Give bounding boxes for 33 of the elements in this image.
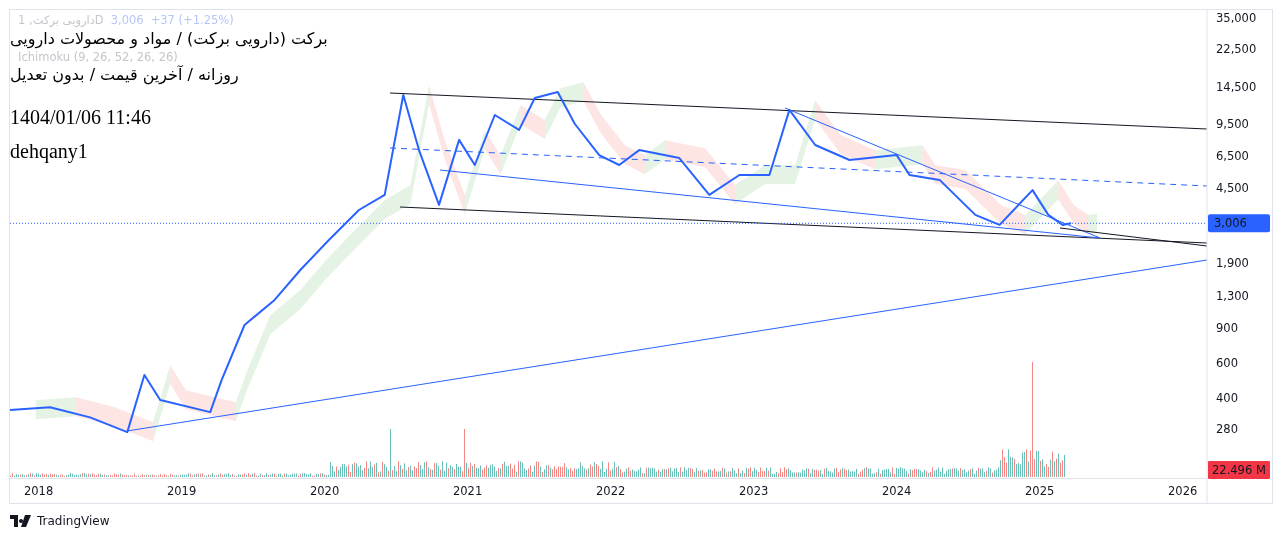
axis-label: 1,300 bbox=[1216, 288, 1249, 303]
price-value: 3,006 bbox=[110, 13, 144, 28]
axis-label: 35,000 bbox=[1216, 11, 1257, 25]
volume-badge: 22.496 M bbox=[1208, 461, 1270, 479]
axis-label: 6,500 bbox=[1216, 149, 1249, 164]
axis-label: 2020 bbox=[310, 484, 340, 498]
axis-label: 900 bbox=[1216, 320, 1238, 335]
axis-label: 9,500 bbox=[1216, 116, 1249, 131]
axis-label: 2025 bbox=[1025, 484, 1055, 498]
axis-label: 1,900 bbox=[1216, 256, 1249, 271]
axis-label: 2022 bbox=[596, 484, 626, 498]
axis-label: 2024 bbox=[882, 484, 912, 498]
axis-label: 2021 bbox=[453, 484, 483, 498]
indicator-label: Ichimoku (9, 26, 52, 26, 26) bbox=[18, 50, 178, 64]
axis-label: 2026 bbox=[1168, 484, 1198, 498]
axis-label: 400 bbox=[1216, 391, 1238, 406]
axis-label: 2018 bbox=[23, 484, 54, 498]
axis-label: 22,500 bbox=[1216, 41, 1257, 56]
tradingview-logo-icon bbox=[10, 515, 32, 527]
axis-label: 600 bbox=[1216, 355, 1238, 370]
chart-title: برکت (دارویی برکت) / مواد و محصولات دارویی bbox=[10, 28, 328, 50]
axis-label: 4,500 bbox=[1216, 181, 1249, 196]
axis-label: 280 bbox=[1216, 421, 1238, 436]
symbol-label: دارویی برکت, 1D bbox=[18, 13, 104, 28]
price-change: +37 (+1.25%) bbox=[150, 13, 234, 28]
brand-name: TradingView bbox=[37, 514, 110, 528]
chart-subtitle: روزانه / آخرین قیمت / بدون تعدیل bbox=[10, 64, 239, 86]
axis-label: 14,500 bbox=[1216, 79, 1257, 94]
date-time-text: 1404/01/06 11:46 bbox=[10, 106, 151, 128]
author-name: dehqany1 bbox=[10, 140, 88, 162]
axis-label: 2019 bbox=[166, 484, 197, 498]
last-price-badge: 3,006 bbox=[1208, 214, 1270, 233]
axis-label: 2023 bbox=[739, 484, 769, 498]
